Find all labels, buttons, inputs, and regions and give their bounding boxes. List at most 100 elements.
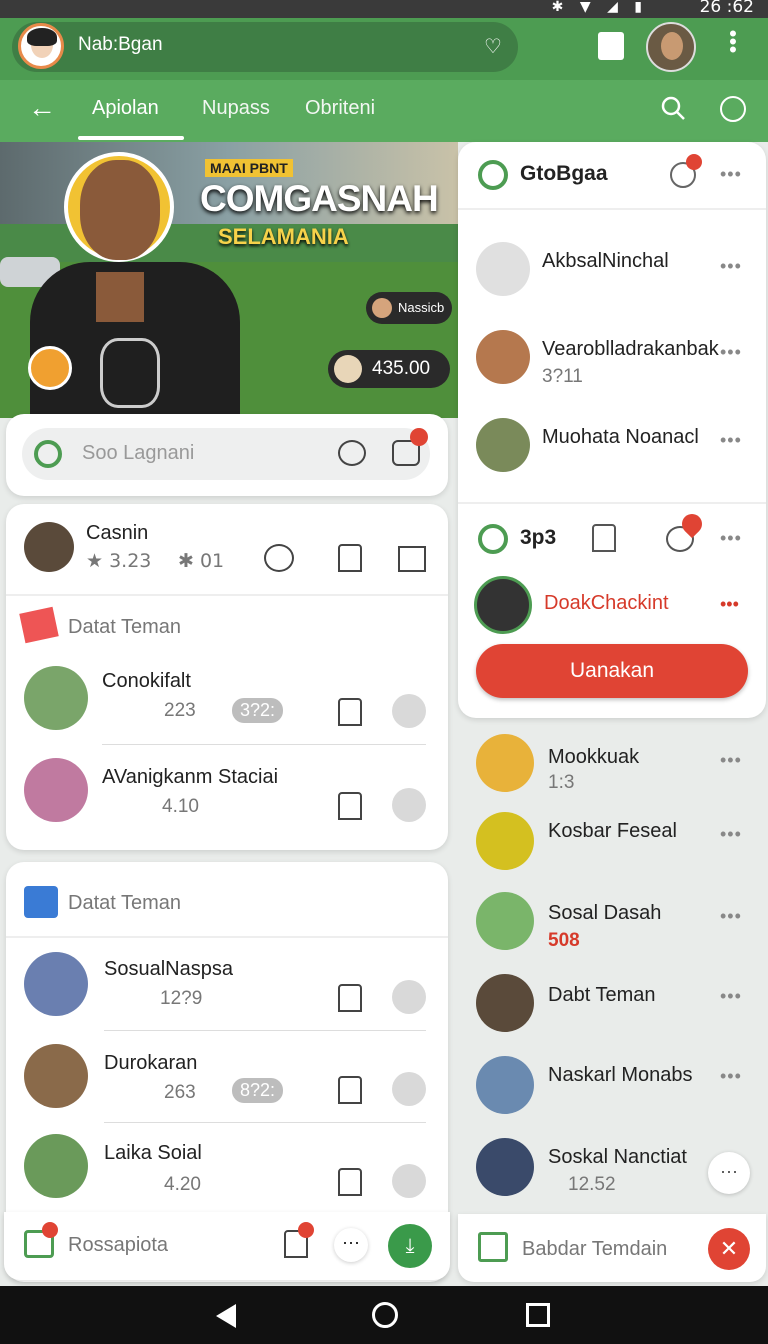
contact-avatar[interactable] [476,892,534,950]
casnin-avatar[interactable] [24,522,74,572]
profile-name: Casnin [86,522,149,544]
contact-sub: 508 [548,930,580,951]
contact-name: Sosal Dasah [548,902,662,924]
contact-more-icon[interactable]: ••• [720,986,742,1007]
bookmark-icon[interactable] [338,1076,362,1104]
friend-badge: 8?2: [232,1078,284,1103]
friend-avatar[interactable] [24,1134,88,1198]
bottom-label: Babdar Temdain [522,1238,668,1260]
contact-avatar[interactable] [476,812,534,870]
profile-avatar[interactable] [18,23,64,69]
featured-name: DoakChackint [544,592,669,614]
contact-more-icon[interactable]: ••• [720,256,742,277]
contact-name: Vearoblladrakanbak [542,338,719,360]
contact-avatar[interactable] [476,1138,534,1196]
contact-avatar[interactable] [476,242,530,296]
friend-count: 4.20 [164,1174,201,1195]
contact-avatar[interactable] [476,974,534,1032]
hero-user-chip[interactable]: Nassicb [366,292,453,324]
download-button[interactable]: ⤓ [388,1224,432,1268]
contact-avatar[interactable] [476,418,530,472]
search-input[interactable]: Soo Lagnani [22,428,430,480]
more-button[interactable]: ⋯ [334,1228,368,1262]
friend-avatar[interactable] [24,952,88,1016]
nav-home-icon[interactable] [372,1302,398,1328]
add-friend-button[interactable] [392,694,426,728]
amount-value: 435.00 [372,358,431,379]
home-icon[interactable] [478,1232,508,1262]
featured-more-icon[interactable]: ••• [720,594,739,615]
add-friend-button[interactable] [392,1164,426,1198]
hero-amount: 435.00 [328,350,451,388]
profile-stat2: ✱ 01 [178,550,225,572]
more-options-icon[interactable]: • • • [726,23,740,61]
friends-section-icon [19,606,59,644]
contact-more-icon[interactable]: ••• [720,906,742,927]
bookmark-icon[interactable] [338,792,362,820]
contact-more-icon[interactable]: ••• [720,750,742,771]
add-friend-button[interactable] [392,980,426,1014]
tab-obriteni[interactable]: Obriteni [305,97,375,120]
system-nav-bar [0,1286,768,1344]
contact-avatar[interactable] [476,330,530,384]
bookmark-icon[interactable] [338,698,362,726]
emoji-icon[interactable] [720,96,746,122]
primary-action-button[interactable]: Uanakan [476,644,748,698]
contact-more-icon[interactable]: ••• [720,342,742,363]
signal-icons: ✱ ▼ ◢ ▮ [551,0,648,15]
hero-tag: MAAI PBNT [205,159,293,177]
chat-icon[interactable] [338,440,366,466]
floating-more-button[interactable]: ⋯ [708,1152,750,1194]
contact-more-icon[interactable]: ••• [720,1066,742,1087]
close-button[interactable]: ✕ [708,1228,750,1270]
accessibility-icon[interactable] [28,346,72,390]
friend-name: Durokaran [104,1052,198,1074]
bookmark-icon[interactable] [338,1168,362,1196]
featured-avatar[interactable] [474,576,532,634]
friend-name: AVanigkanm Staciai [102,766,279,788]
contact-sub: 1:3 [548,772,575,793]
nav-back-icon[interactable] [216,1304,236,1328]
contact-avatar[interactable] [476,1056,534,1114]
contact-name: AkbsalNinchal [542,250,669,272]
section2-more-icon[interactable]: ••• [720,528,742,549]
add-friend-button[interactable] [392,788,426,822]
friend-avatar[interactable] [24,1044,88,1108]
bookmark-icon[interactable] [598,32,624,60]
search-icon[interactable] [478,524,508,554]
comment-icon[interactable] [264,544,294,572]
friends-card-1: Casnin ★ 3.23 ✱ 01 Datat Teman Conokifal… [6,504,448,850]
tab-apiolan[interactable]: Apiolan [92,97,159,120]
back-arrow-icon[interactable]: ← [28,92,56,124]
search-placeholder: Soo Lagnani [82,442,195,464]
friend-badge: 3?2: [232,698,284,723]
hero-banner[interactable]: MAAI PBNT COMGASNAH SELAMANIA Nassicb 43… [0,142,458,418]
panel-more-icon[interactable]: ••• [720,164,742,185]
nav-recents-icon[interactable] [526,1303,550,1327]
contact-avatar[interactable] [476,734,534,792]
friend-name: SosualNaspsa [104,958,233,980]
contact-name: Dabt Teman [548,984,656,1006]
bookmark-icon[interactable] [592,524,616,552]
bookmark-icon[interactable] [338,544,362,572]
friend-count: 223 [164,700,196,721]
heart-icon[interactable]: ♡ [484,34,502,59]
tab-nupass[interactable]: Nupass [202,97,270,120]
add-friend-button[interactable] [392,1072,426,1106]
friend-avatar[interactable] [24,666,88,730]
user-avatar[interactable] [646,22,696,72]
hero-subtitle: SELAMANIA [218,224,349,249]
search-icon[interactable] [660,95,686,121]
group-logo-icon [478,160,508,190]
section-title: Datat Teman [68,892,182,914]
panel-title: GtoBgaa [520,162,608,185]
flag-icon[interactable] [398,546,426,572]
contact-more-icon[interactable]: ••• [720,430,742,451]
inbox-badge [42,1222,58,1238]
friend-count: 12?9 [160,988,203,1009]
bookmark-icon[interactable] [338,984,362,1012]
friend-count: 263 [164,1082,196,1103]
contact-more-icon[interactable]: ••• [720,824,742,845]
search-icon [34,440,62,468]
friend-avatar[interactable] [24,758,88,822]
